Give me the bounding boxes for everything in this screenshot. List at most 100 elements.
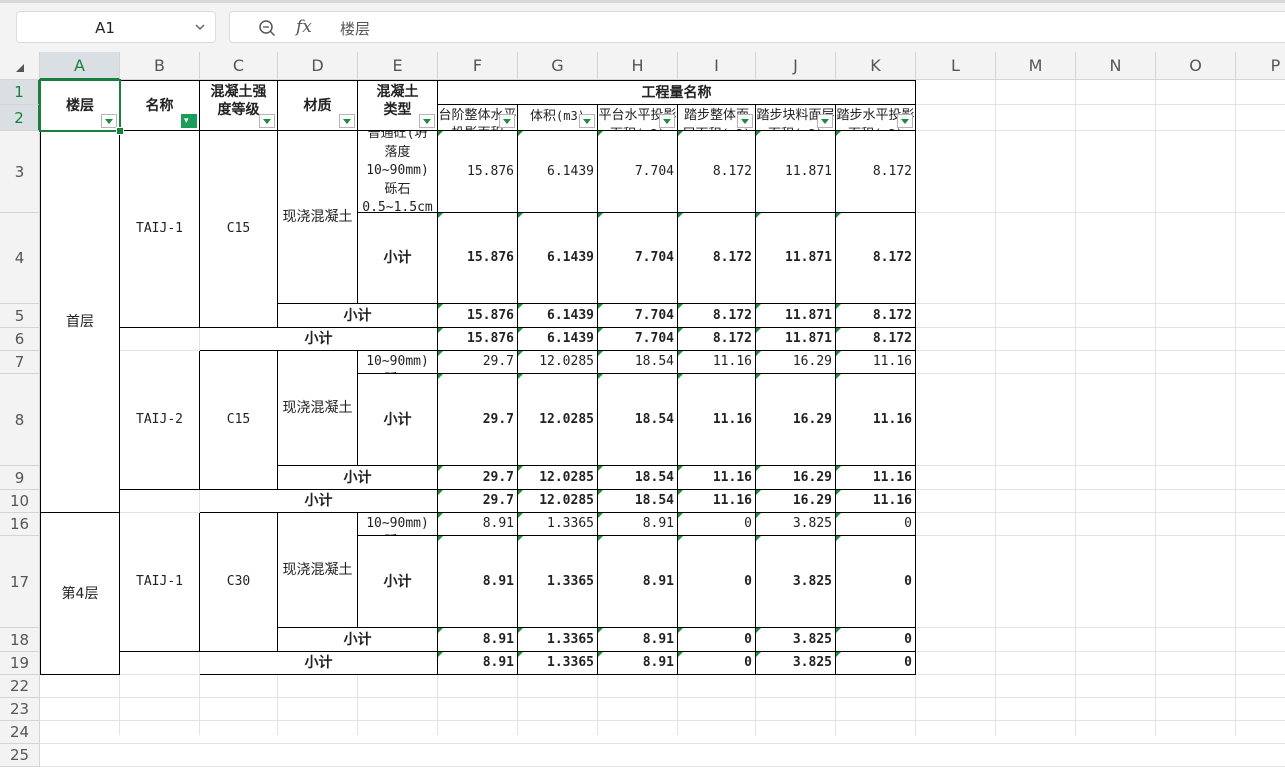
quantity-value-cell[interactable]: 6.1439 xyxy=(518,213,598,304)
subtotal-label-cell[interactable]: 小计 xyxy=(358,213,438,304)
quantity-value-cell[interactable]: 29.7 xyxy=(438,490,518,513)
quantity-value-cell[interactable]: 18.54 xyxy=(598,351,678,374)
row-header-6[interactable]: 6 xyxy=(0,328,40,351)
quantity-value-cell[interactable]: 6.1439 xyxy=(518,304,598,328)
quantity-value-cell[interactable]: 1.3365 xyxy=(518,536,598,628)
material-cell[interactable]: 现浇混凝土 xyxy=(278,351,358,466)
name-box[interactable]: A1 xyxy=(16,11,216,43)
quantity-value-cell[interactable]: 7.704 xyxy=(598,304,678,328)
quantity-value-cell[interactable]: 8.91 xyxy=(438,628,518,652)
material-cell[interactable]: 现浇混凝土 xyxy=(278,131,358,304)
select-all-corner[interactable] xyxy=(0,52,40,80)
row-header-16[interactable]: 16 xyxy=(0,513,40,536)
filter-dropdown-icon[interactable] xyxy=(339,114,355,128)
floor-cell[interactable]: 首层 xyxy=(40,131,120,513)
block-grade-cell[interactable]: C15 xyxy=(200,131,278,328)
row-header-2[interactable]: 2 xyxy=(0,105,40,131)
quantity-value-cell[interactable]: 18.54 xyxy=(598,466,678,490)
subtotal-label-cell[interactable]: 小计 xyxy=(200,328,438,351)
block-grade-cell[interactable]: C30 xyxy=(200,513,278,652)
quantity-value-cell[interactable]: 0 xyxy=(836,536,916,628)
subtotal-label-cell[interactable]: 小计 xyxy=(200,652,438,675)
quantity-value-cell[interactable]: 11.16 xyxy=(836,490,916,513)
column-header-p[interactable]: P xyxy=(1236,52,1285,80)
row-header-22[interactable]: 22 xyxy=(0,675,40,698)
filter-dropdown-icon[interactable] xyxy=(259,114,275,128)
quantity-value-cell[interactable]: 8.172 xyxy=(836,328,916,351)
block-grade-cell[interactable]: C15 xyxy=(200,351,278,490)
quantity-value-cell[interactable]: 8.172 xyxy=(678,328,756,351)
quantity-value-cell[interactable]: 8.172 xyxy=(678,131,756,213)
quantity-value-cell[interactable]: 8.172 xyxy=(836,131,916,213)
row-header-4[interactable]: 4 xyxy=(0,213,40,304)
subtotal-label-cell[interactable]: 小计 xyxy=(200,490,438,513)
formula-bar[interactable]: fx 楼层 xyxy=(229,11,1285,43)
column-header-b[interactable]: B xyxy=(120,52,200,80)
header-quantity-1[interactable]: 台阶整体水平投影面积(m2) xyxy=(438,105,518,131)
row-header-5[interactable]: 5 xyxy=(0,304,40,328)
column-header-n[interactable]: N xyxy=(1076,52,1156,80)
column-header-h[interactable]: H xyxy=(598,52,678,80)
quantity-value-cell[interactable]: 8.91 xyxy=(598,513,678,536)
quantity-value-cell[interactable]: 15.876 xyxy=(438,328,518,351)
column-header-a[interactable]: A xyxy=(40,52,120,80)
column-header-o[interactable]: O xyxy=(1156,52,1236,80)
formula-content[interactable]: 楼层 xyxy=(340,18,370,39)
quantity-value-cell[interactable]: 11.16 xyxy=(678,490,756,513)
header-material[interactable]: 材质 xyxy=(278,80,358,131)
row-header-3[interactable]: 3 xyxy=(0,131,40,213)
column-header-c[interactable]: C xyxy=(200,52,278,80)
subtotal-label-cell[interactable]: 小计 xyxy=(278,628,438,652)
quantity-value-cell[interactable]: 8.91 xyxy=(438,536,518,628)
filter-dropdown-icon[interactable] xyxy=(737,114,753,128)
quantity-value-cell[interactable]: 0 xyxy=(836,628,916,652)
quantity-value-cell[interactable]: 18.54 xyxy=(598,374,678,466)
subtotal-label-cell[interactable]: 小计 xyxy=(358,374,438,466)
row-header-19[interactable]: 19 xyxy=(0,652,40,675)
row-header-23[interactable]: 23 xyxy=(0,698,40,721)
quantity-value-cell[interactable]: 8.172 xyxy=(836,304,916,328)
row-header-17[interactable]: 17 xyxy=(0,536,40,628)
header-quantity-4[interactable]: 踏步整体面层面积(m2) xyxy=(678,105,756,131)
quantity-value-cell[interactable]: 7.704 xyxy=(598,328,678,351)
quantity-value-cell[interactable]: 16.29 xyxy=(756,374,836,466)
quantity-value-cell[interactable]: 29.7 xyxy=(438,351,518,374)
column-header-k[interactable]: K xyxy=(836,52,916,80)
column-header-l[interactable]: L xyxy=(916,52,996,80)
quantity-value-cell[interactable]: 12.0285 xyxy=(518,490,598,513)
quantity-value-cell[interactable]: 11.16 xyxy=(836,351,916,374)
quantity-value-cell[interactable]: 8.91 xyxy=(598,628,678,652)
quantity-value-cell[interactable]: 0 xyxy=(678,536,756,628)
header-name[interactable]: 名称 ▾ xyxy=(120,80,200,131)
material-cell[interactable]: 现浇混凝土 xyxy=(278,513,358,628)
subtotal-label-cell[interactable]: 小计 xyxy=(278,304,438,328)
quantity-value-cell[interactable]: 1.3365 xyxy=(518,652,598,675)
quantity-value-cell[interactable]: 12.0285 xyxy=(518,466,598,490)
filter-dropdown-icon[interactable] xyxy=(897,114,913,128)
spreadsheet-grid[interactable]: A B C D E F G H I J K L M N O P 1 2 3 4 5 6 7 8 9 10 16 17 18 19 22 23 2… xyxy=(0,52,1285,767)
quantity-value-cell[interactable]: 0 xyxy=(678,513,756,536)
header-quantity-6[interactable]: 踏步水平投影面积(m2) xyxy=(836,105,916,131)
row-header-7[interactable]: 7 xyxy=(0,351,40,374)
row-header-8[interactable]: 8 xyxy=(0,374,40,466)
header-quantity-3[interactable]: 平台水平投影面积(m2) xyxy=(598,105,678,131)
filter-dropdown-icon[interactable] xyxy=(579,114,595,128)
quantity-value-cell[interactable]: 8.91 xyxy=(438,513,518,536)
column-header-f[interactable]: F xyxy=(438,52,518,80)
header-quantity-2[interactable]: 体积(m3) xyxy=(518,105,598,131)
header-type[interactable]: 混凝土类型 xyxy=(358,80,438,131)
quantity-value-cell[interactable]: 16.29 xyxy=(756,490,836,513)
quantity-value-cell[interactable]: 11.871 xyxy=(756,213,836,304)
quantity-value-cell[interactable]: 6.1439 xyxy=(518,131,598,213)
column-header-g[interactable]: G xyxy=(518,52,598,80)
filter-dropdown-icon[interactable] xyxy=(817,114,833,128)
quantity-value-cell[interactable]: 3.825 xyxy=(756,652,836,675)
quantity-value-cell[interactable]: 11.16 xyxy=(836,374,916,466)
block-name-cell[interactable]: TAIJ-1 xyxy=(120,513,200,652)
row-header-25[interactable]: 25 xyxy=(0,744,40,767)
header-quantity-group[interactable]: 工程量名称 xyxy=(438,80,916,105)
quantity-value-cell[interactable]: 0 xyxy=(678,652,756,675)
subtotal-label-cell[interactable]: 小计 xyxy=(358,536,438,628)
column-header-i[interactable]: I xyxy=(678,52,756,80)
quantity-value-cell[interactable]: 11.16 xyxy=(678,351,756,374)
